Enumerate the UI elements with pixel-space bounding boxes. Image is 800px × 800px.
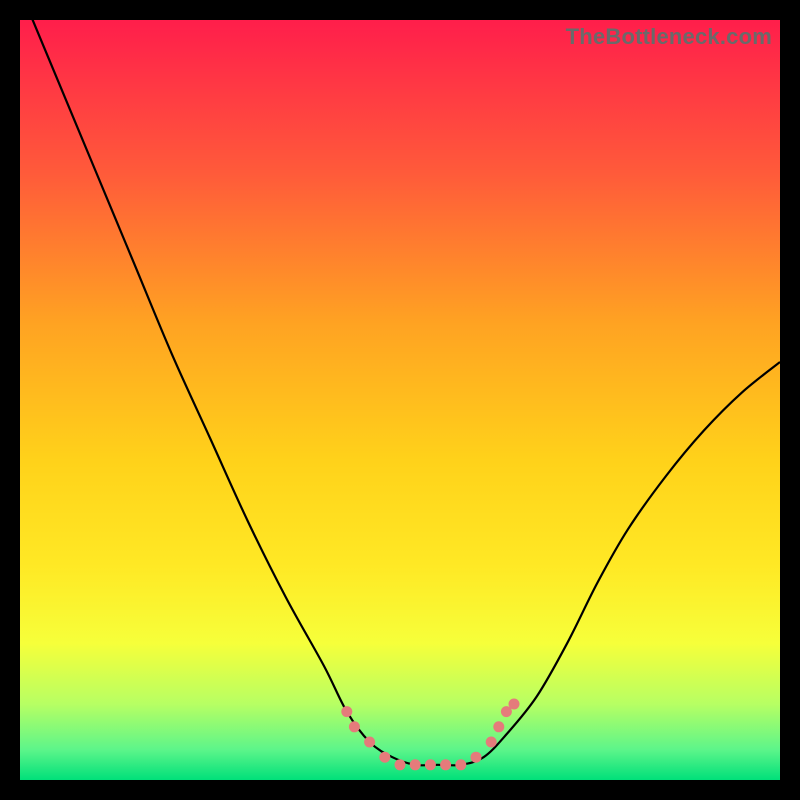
watermark-label: TheBottleneck.com (566, 24, 772, 50)
emphasis-dot (341, 706, 352, 717)
emphasis-dot (425, 759, 436, 770)
emphasis-dot (379, 752, 390, 763)
emphasis-dot (395, 759, 406, 770)
bottleneck-chart (20, 20, 780, 780)
emphasis-dot (349, 721, 360, 732)
emphasis-dot (440, 759, 451, 770)
emphasis-dot (364, 737, 375, 748)
chart-frame: TheBottleneck.com (20, 20, 780, 780)
emphasis-dot (410, 759, 421, 770)
emphasis-dot (509, 699, 520, 710)
emphasis-dot (493, 721, 504, 732)
gradient-background (20, 20, 780, 780)
emphasis-dot (471, 752, 482, 763)
emphasis-dot (486, 737, 497, 748)
emphasis-dot (455, 759, 466, 770)
